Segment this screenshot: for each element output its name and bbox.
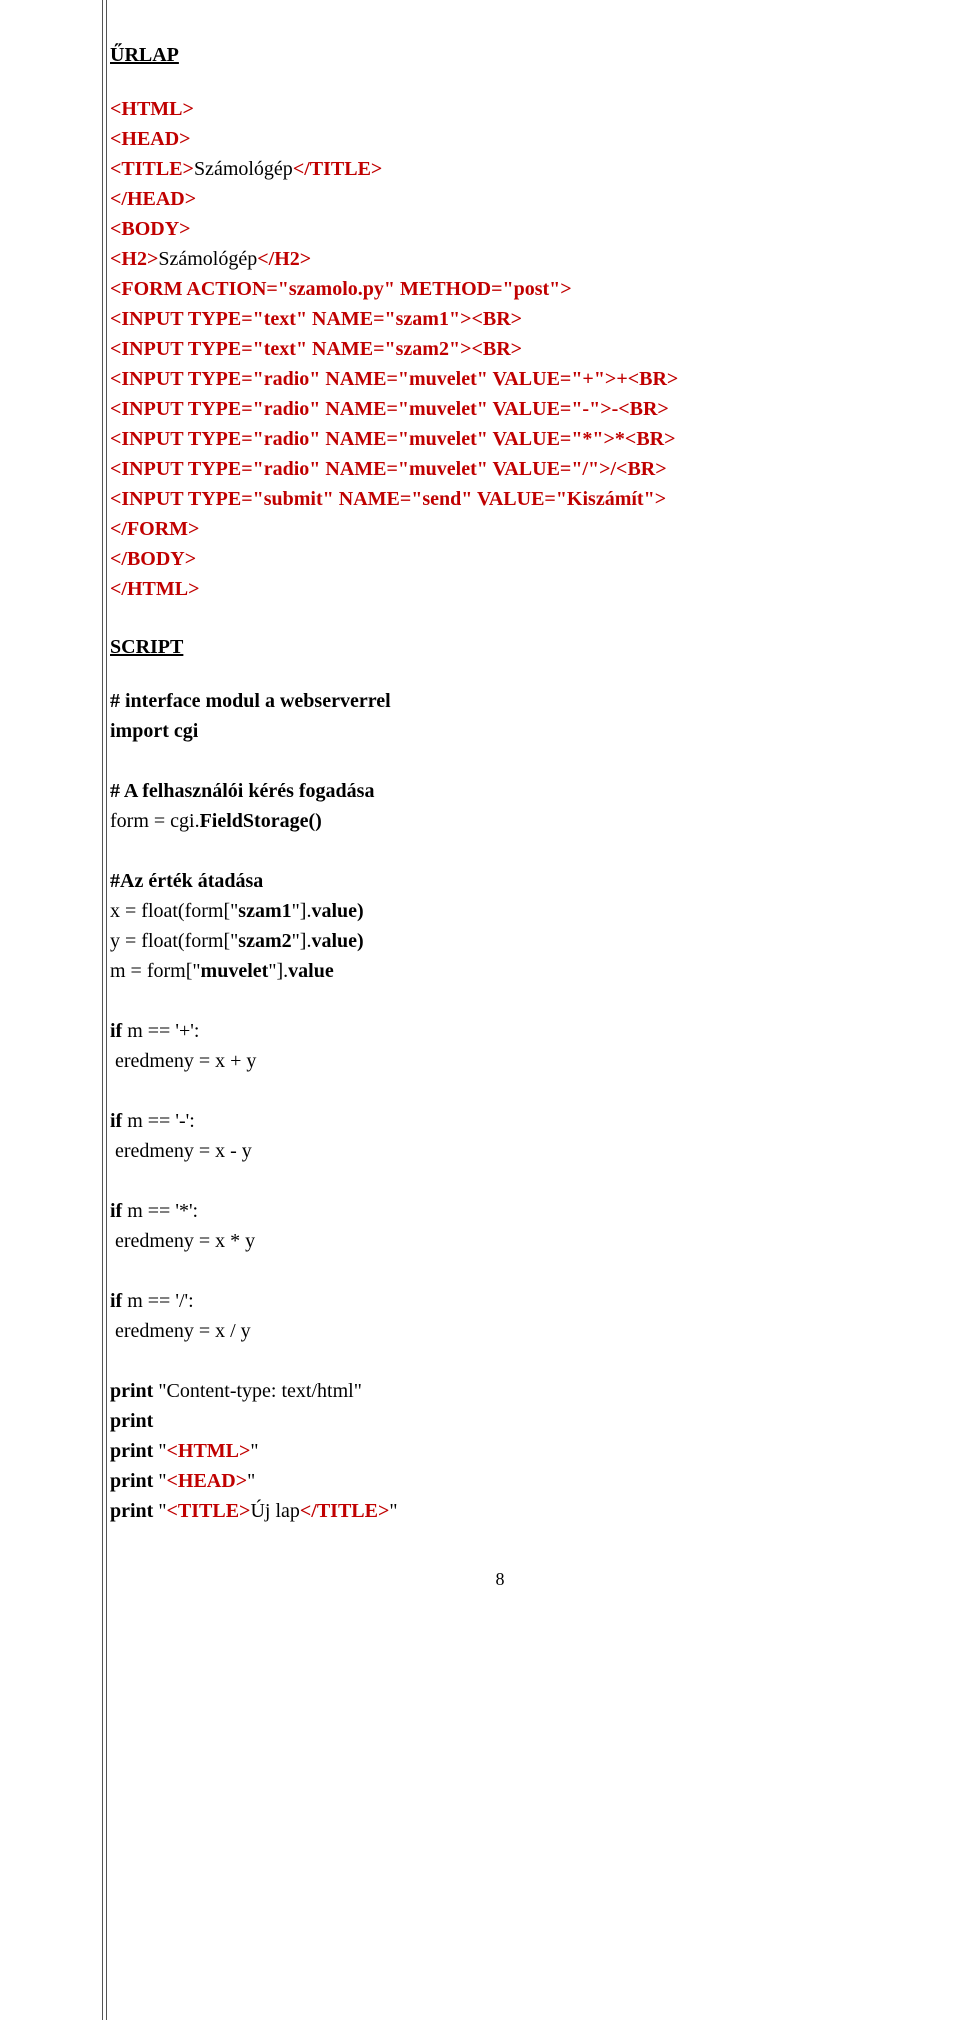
- code-line: import cgi: [110, 716, 890, 746]
- kw: print: [110, 1470, 153, 1492]
- text: m == '+':: [122, 1020, 199, 1042]
- code-line: <FORM ACTION="szamolo.py" METHOD="post">: [110, 274, 890, 304]
- text: ": [153, 1500, 166, 1522]
- kw: print: [110, 1380, 153, 1402]
- code-line: <INPUT TYPE="radio" NAME="muvelet" VALUE…: [110, 424, 890, 454]
- text: value: [288, 960, 334, 982]
- kw: print: [110, 1440, 153, 1462]
- kw: if: [110, 1110, 122, 1132]
- blank-line: [110, 986, 890, 1016]
- text: ": [389, 1500, 397, 1522]
- text: m == '-':: [122, 1110, 195, 1132]
- code-line: eredmeny = x * y: [110, 1226, 890, 1256]
- text: value): [311, 930, 363, 952]
- code-line: <INPUT TYPE="text" NAME="szam2"><BR>: [110, 334, 890, 364]
- code-line: print "<TITLE>Új lap</TITLE>": [110, 1496, 890, 1526]
- text: ": [250, 1440, 258, 1462]
- code-line: <INPUT TYPE="submit" NAME="send" VALUE="…: [110, 484, 890, 514]
- code-line: eredmeny = x / y: [110, 1316, 890, 1346]
- text: muvelet: [201, 960, 269, 982]
- text: Számológép: [194, 158, 293, 180]
- code-line: <INPUT TYPE="text" NAME="szam1"><BR>: [110, 304, 890, 334]
- tag: <HEAD>: [167, 1470, 248, 1492]
- html-code-block: <HTML> <HEAD> <TITLE>Számológép</TITLE> …: [110, 94, 890, 604]
- code-line: print "<HTML>": [110, 1436, 890, 1466]
- code-line: if m == '-':: [110, 1106, 890, 1136]
- code-line: #Az érték átadása: [110, 866, 890, 896]
- text: Új lap: [250, 1500, 299, 1522]
- text: szam1: [238, 900, 291, 922]
- text: "].: [268, 960, 288, 982]
- text: ": [247, 1470, 255, 1492]
- code-line: </FORM>: [110, 514, 890, 544]
- code-line: eredmeny = x - y: [110, 1136, 890, 1166]
- code-line: </HTML>: [110, 574, 890, 604]
- code-line: <TITLE>Számológép</TITLE>: [110, 154, 890, 184]
- tag: <TITLE>: [167, 1500, 251, 1522]
- blank-line: [110, 746, 890, 776]
- kw: print: [110, 1500, 153, 1522]
- code-line: if m == '/':: [110, 1286, 890, 1316]
- tag: </TITLE>: [300, 1500, 390, 1522]
- blank-line: [110, 1256, 890, 1286]
- tag: <H2>: [110, 248, 158, 270]
- text: szam2: [238, 930, 291, 952]
- code-line: <HTML>: [110, 94, 890, 124]
- blank-line: [110, 836, 890, 866]
- heading-urlap: ŰRLAP: [110, 40, 890, 70]
- text: m = form[": [110, 960, 201, 982]
- blank-line: [110, 1346, 890, 1376]
- text: "].: [292, 900, 312, 922]
- code-line: eredmeny = x + y: [110, 1046, 890, 1076]
- text: form = cgi.: [110, 810, 200, 832]
- text: value): [311, 900, 363, 922]
- page-number: 8: [110, 1566, 890, 1593]
- code-line: print: [110, 1406, 890, 1436]
- text: ": [153, 1470, 166, 1492]
- tag: <HTML>: [167, 1440, 251, 1462]
- code-line: <H2>Számológép</H2>: [110, 244, 890, 274]
- text: ": [153, 1440, 166, 1462]
- code-line: <INPUT TYPE="radio" NAME="muvelet" VALUE…: [110, 394, 890, 424]
- code-line: <INPUT TYPE="radio" NAME="muvelet" VALUE…: [110, 364, 890, 394]
- code-line: m = form["muvelet"].value: [110, 956, 890, 986]
- text: y = float(form[": [110, 930, 238, 952]
- tag: </H2>: [257, 248, 311, 270]
- code-line: print "<HEAD>": [110, 1466, 890, 1496]
- heading-script: SCRIPT: [110, 632, 890, 662]
- kw: if: [110, 1290, 122, 1312]
- code-line: </BODY>: [110, 544, 890, 574]
- code-line: <HEAD>: [110, 124, 890, 154]
- code-line: # interface modul a webserverrel: [110, 686, 890, 716]
- code-line: print "Content-type: text/html": [110, 1376, 890, 1406]
- vertical-rule: [102, 0, 107, 2020]
- code-line: y = float(form["szam2"].value): [110, 926, 890, 956]
- text: "Content-type: text/html": [153, 1380, 362, 1402]
- script-code-block: # interface modul a webserverrel import …: [110, 686, 890, 1526]
- code-line: form = cgi.FieldStorage(): [110, 806, 890, 836]
- code-line: <INPUT TYPE="radio" NAME="muvelet" VALUE…: [110, 454, 890, 484]
- blank-line: [110, 1076, 890, 1106]
- code-line: x = float(form["szam1"].value): [110, 896, 890, 926]
- text: m == '*':: [122, 1200, 198, 1222]
- blank-line: [110, 1166, 890, 1196]
- text: Számológép: [158, 248, 257, 270]
- text: "].: [292, 930, 312, 952]
- code-line: # A felhasználói kérés fogadása: [110, 776, 890, 806]
- tag: </TITLE>: [293, 158, 383, 180]
- text: FieldStorage(): [200, 810, 322, 832]
- kw: if: [110, 1200, 122, 1222]
- text: m == '/':: [122, 1290, 193, 1312]
- code-line: </HEAD>: [110, 184, 890, 214]
- code-line: if m == '*':: [110, 1196, 890, 1226]
- code-line: if m == '+':: [110, 1016, 890, 1046]
- tag: <TITLE>: [110, 158, 194, 180]
- code-line: <BODY>: [110, 214, 890, 244]
- text: x = float(form[": [110, 900, 238, 922]
- kw: if: [110, 1020, 122, 1042]
